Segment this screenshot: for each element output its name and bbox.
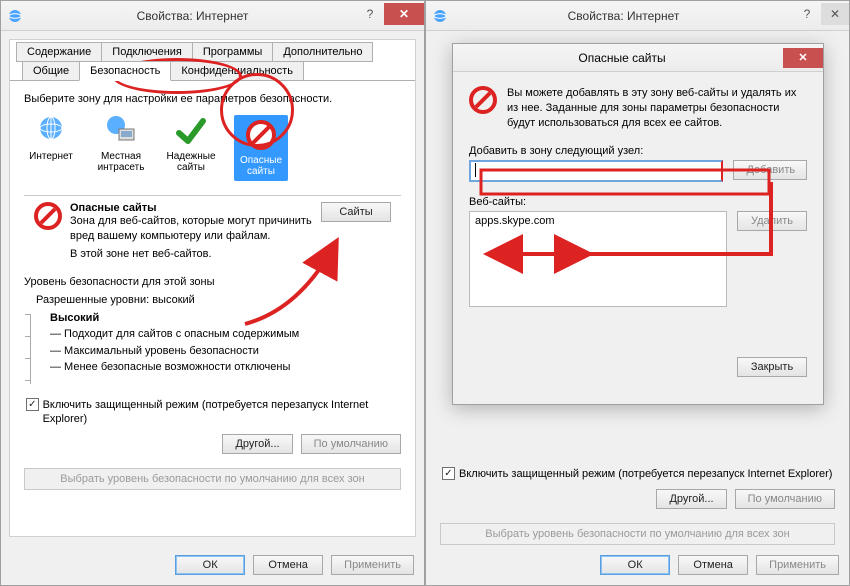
level-heading: Уровень безопасности для этой зоны — [24, 276, 401, 288]
add-site-label: Добавить в зону следующий узел: — [469, 145, 807, 157]
websites-label: Веб-сайты: — [469, 196, 807, 208]
default-level-button[interactable]: По умолчанию — [735, 489, 835, 509]
list-item[interactable]: apps.skype.com — [475, 215, 721, 227]
left-window: Свойства: Интернет ? ✕ Содержание Подклю… — [0, 0, 425, 586]
default-level-button[interactable]: По умолчанию — [301, 434, 401, 454]
close-button[interactable]: ✕ — [384, 3, 424, 25]
protected-mode-checkbox[interactable]: ✓ — [442, 467, 455, 480]
restricted-empty: В этой зоне нет веб-сайтов. — [70, 248, 313, 260]
dialog-titlebar: Опасные сайты ✕ — [453, 44, 823, 72]
prohibited-icon — [34, 202, 62, 230]
level-line: — Менее безопасные возможности отключены — [50, 359, 299, 376]
level-line: — Максимальный уровень безопасности — [50, 343, 299, 360]
custom-level-button[interactable]: Другой... — [222, 434, 292, 454]
reset-all-zones-button[interactable]: Выбрать уровень безопасности по умолчани… — [24, 468, 401, 490]
right-window: Свойства: Интернет ? ✕ Опасные сайты ✕ В… — [425, 0, 850, 586]
security-slider[interactable] — [30, 314, 40, 384]
prohibited-icon — [469, 86, 497, 114]
dialog-info-text: Вы можете добавлять в эту зону веб-сайты… — [507, 86, 807, 131]
zone-label: Опасные сайты — [236, 155, 286, 177]
zones-list: Интернет Местная интрасеть Надежные сайт… — [24, 115, 401, 181]
close-dialog-button[interactable]: Закрыть — [737, 357, 807, 377]
protected-mode-label: Включить защищенный режим (потребуется п… — [459, 467, 832, 481]
tab-content[interactable]: Содержание — [16, 42, 102, 62]
client-area: Содержание Подключения Программы Дополни… — [9, 39, 416, 537]
dialog-buttons: ОК Отмена Применить — [1, 545, 424, 585]
zone-label: Местная интрасеть — [94, 151, 148, 173]
underlying-lower: ✓ Включить защищенный режим (потребуется… — [426, 441, 849, 545]
tab-advanced[interactable]: Дополнительно — [272, 42, 373, 62]
window-title: Свойства: Интернет — [454, 9, 793, 23]
delete-button[interactable]: Удалить — [737, 211, 807, 231]
security-panel: Выберите зону для настройки ее параметро… — [10, 80, 415, 498]
dialog-close-button[interactable]: ✕ — [783, 48, 823, 68]
zone-label: Интернет — [24, 151, 78, 162]
help-button[interactable]: ? — [356, 3, 384, 25]
add-site-input[interactable] — [469, 160, 723, 182]
restricted-sites-dialog: Опасные сайты ✕ Вы можете добавлять в эт… — [452, 43, 824, 405]
ok-button[interactable]: ОК — [175, 555, 245, 575]
close-button-disabled: ✕ — [821, 3, 849, 25]
globe-icon — [35, 115, 67, 147]
titlebar: Свойства: Интернет ? ✕ — [426, 1, 849, 31]
apply-button[interactable]: Применить — [331, 555, 414, 575]
restricted-desc: Зона для веб-сайтов, которые могут причи… — [70, 214, 313, 244]
ok-button[interactable]: ОК — [600, 555, 670, 575]
annotation-circle-restricted-zone — [220, 73, 294, 147]
apply-button[interactable]: Применить — [756, 555, 839, 575]
tab-row-1: Содержание Подключения Программы Дополни… — [16, 42, 415, 62]
ie-options-icon — [432, 8, 448, 24]
cancel-button[interactable]: Отмена — [253, 555, 323, 575]
protected-mode-label: Включить защищенный режим (потребуется п… — [43, 398, 401, 427]
websites-list[interactable]: apps.skype.com — [469, 211, 727, 307]
zone-trusted[interactable]: Надежные сайты — [164, 115, 218, 181]
zone-intranet[interactable]: Местная интрасеть — [94, 115, 148, 181]
window-title: Свойства: Интернет — [29, 9, 356, 23]
dialog-buttons: ОК Отмена Применить — [426, 545, 849, 585]
protected-mode-checkbox[interactable]: ✓ — [26, 398, 39, 411]
dialog-title-text: Опасные сайты — [461, 51, 783, 65]
ie-options-icon — [7, 8, 23, 24]
cancel-button[interactable]: Отмена — [678, 555, 748, 575]
add-button[interactable]: Добавить — [733, 160, 807, 180]
level-line: — Подходит для сайтов с опасным содержим… — [50, 326, 299, 343]
reset-all-zones-button[interactable]: Выбрать уровень безопасности по умолчани… — [440, 523, 835, 545]
help-button[interactable]: ? — [793, 3, 821, 25]
checkmark-icon — [175, 115, 207, 147]
tab-security[interactable]: Безопасность — [79, 61, 171, 81]
restricted-group: Опасные сайты Зона для веб-сайтов, котор… — [24, 195, 401, 268]
zone-label: Надежные сайты — [164, 151, 218, 173]
sites-button[interactable]: Сайты — [321, 202, 391, 222]
zone-internet[interactable]: Интернет — [24, 115, 78, 181]
allowed-levels: Разрешенные уровни: высокий — [36, 294, 401, 306]
tab-general[interactable]: Общие — [22, 61, 80, 81]
titlebar: Свойства: Интернет ? ✕ — [1, 1, 424, 31]
custom-level-button[interactable]: Другой... — [656, 489, 726, 509]
select-zone-text: Выберите зону для настройки ее параметро… — [24, 93, 401, 105]
level-name: Высокий — [50, 312, 99, 324]
restricted-heading: Опасные сайты — [70, 202, 313, 214]
globe-monitor-icon — [105, 115, 137, 147]
